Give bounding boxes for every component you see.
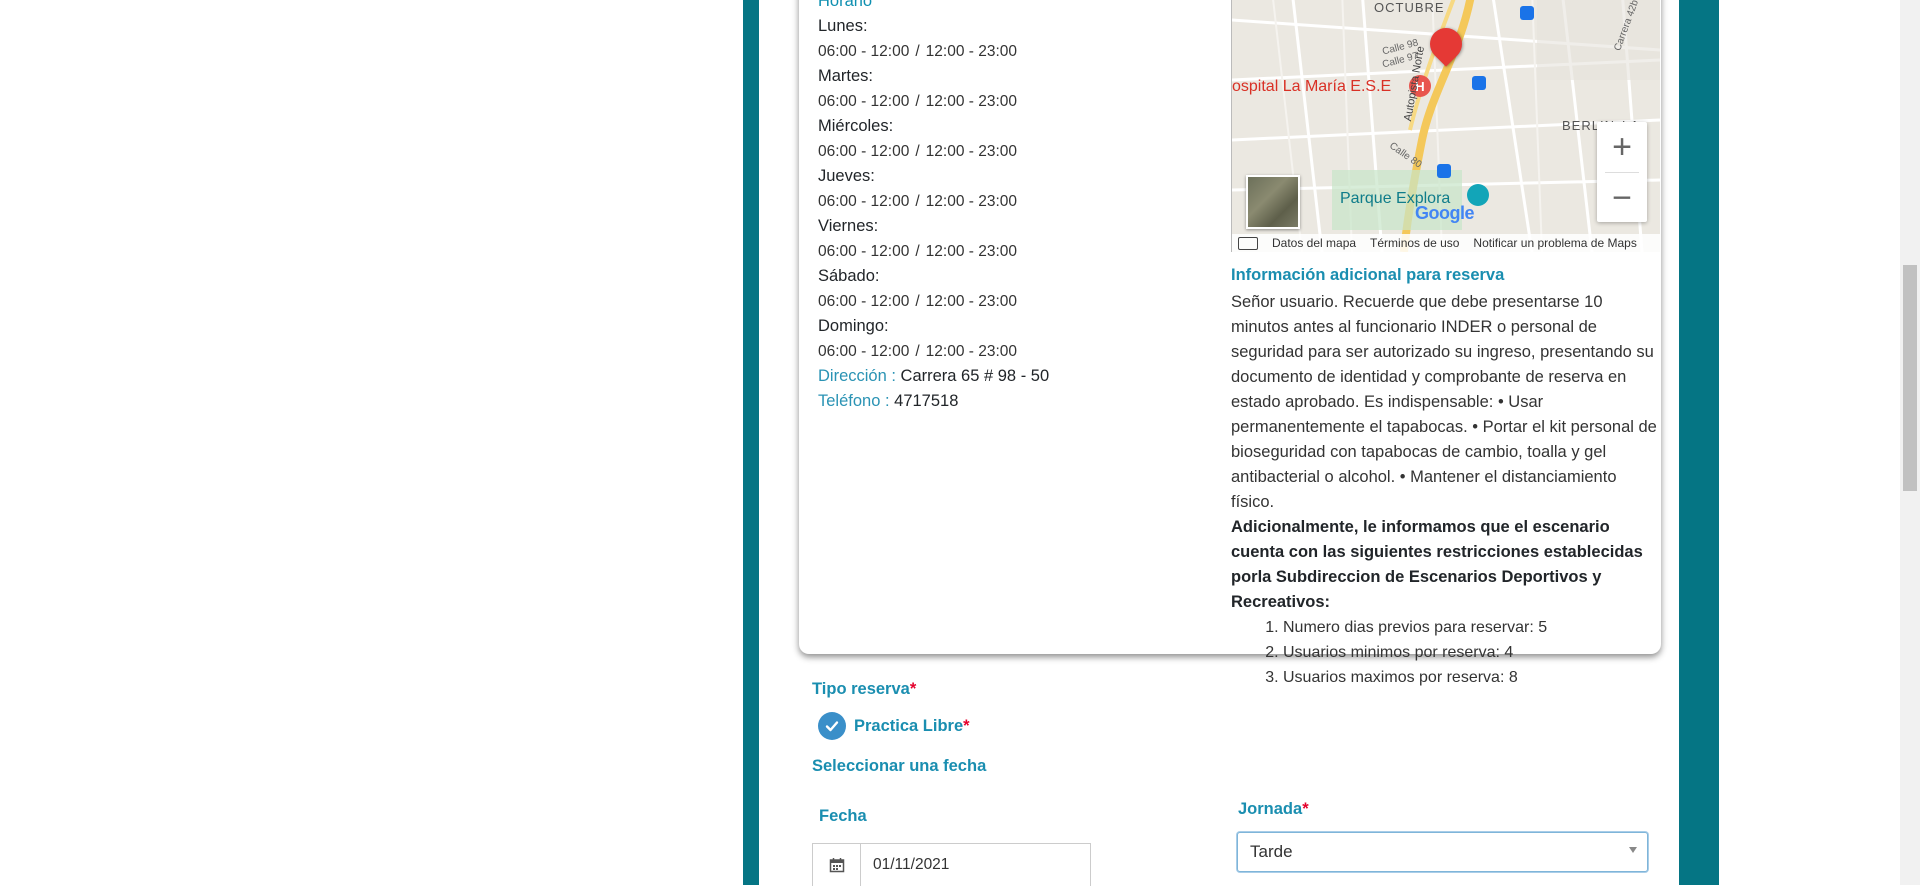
reservation-type-label: Tipo reserva*: [812, 680, 917, 698]
day-hours: 06:00 - 12:00/12:00 - 23:00: [818, 293, 1018, 310]
day-label: Viernes:: [818, 217, 879, 235]
shift-label: Jornada*: [1238, 800, 1309, 818]
day-hours: 06:00 - 12:00/12:00 - 23:00: [818, 193, 1018, 210]
chevron-down-icon: [1629, 847, 1637, 853]
day-hours: 06:00 - 12:00/12:00 - 23:00: [818, 143, 1018, 160]
schedule-section: Horario Lunes: 06:00 - 12:00/12:00 - 23:…: [818, 0, 1208, 414]
satellite-toggle-button[interactable]: [1246, 175, 1300, 229]
practica-libre-option[interactable]: Practica Libre*: [818, 712, 970, 740]
map-data-link[interactable]: Datos del mapa: [1272, 236, 1356, 250]
day-label: Martes:: [818, 67, 874, 85]
shift-select[interactable]: Tarde: [1237, 832, 1648, 872]
day-label: Miércoles:: [818, 117, 894, 135]
calendar-icon[interactable]: [813, 844, 861, 886]
address-row: Dirección : Carrera 65 # 98 - 50: [818, 364, 1208, 389]
list-item: Numero dias previos para reservar: 5: [1283, 615, 1661, 640]
bus-stop-icon: [1437, 164, 1451, 178]
select-date-heading: Seleccionar una fecha: [812, 757, 987, 775]
day-label: Domingo:: [818, 317, 889, 335]
date-input[interactable]: [861, 844, 1090, 886]
day-label: Lunes:: [818, 17, 868, 35]
date-field[interactable]: [812, 843, 1091, 886]
phone-value: 4717518: [894, 392, 959, 410]
restrictions-note: Adicionalmente, le informamos que el esc…: [1231, 518, 1643, 611]
phone-label: Teléfono :: [818, 392, 890, 410]
map-terms-link[interactable]: Términos de uso: [1370, 236, 1459, 250]
map-footer: Datos del mapa Términos de uso Notificar…: [1232, 234, 1660, 252]
google-logo: Google: [1415, 203, 1475, 223]
address-label: Dirección :: [818, 367, 896, 385]
schedule-heading: Horario: [818, 0, 873, 10]
check-icon[interactable]: [818, 712, 846, 740]
location-map[interactable]: OCTUBRE ospital La María E.S.E H BERLIN …: [1231, 0, 1660, 252]
map-report-link[interactable]: Notificar un problema de Maps: [1473, 236, 1636, 250]
additional-info: Información adicional para reserva Señor…: [1231, 260, 1661, 690]
map-label-hospital: ospital La María E.S.E: [1232, 78, 1392, 95]
list-item: Usuarios minimos por reserva: 4: [1283, 640, 1661, 665]
date-label: Fecha: [819, 807, 867, 825]
bus-stop-icon: [1472, 76, 1486, 90]
restrictions-list: Numero dias previos para reservar: 5 Usu…: [1231, 615, 1661, 690]
address-value: Carrera 65 # 98 - 50: [900, 367, 1050, 385]
zoom-in-button[interactable]: +: [1597, 122, 1647, 172]
keyboard-icon[interactable]: [1238, 236, 1258, 250]
info-title: Información adicional para reserva: [1231, 266, 1505, 284]
day-hours: 06:00 - 12:00/12:00 - 23:00: [818, 43, 1018, 60]
zoom-control: + −: [1597, 122, 1647, 222]
zoom-out-button[interactable]: −: [1597, 173, 1647, 223]
shift-selected-value: Tarde: [1250, 842, 1293, 861]
map-label-octubre: OCTUBRE: [1374, 0, 1445, 15]
day-hours: 06:00 - 12:00/12:00 - 23:00: [818, 343, 1018, 360]
day-hours: 06:00 - 12:00/12:00 - 23:00: [818, 93, 1018, 110]
list-item: Usuarios maximos por reserva: 8: [1283, 665, 1661, 690]
day-hours: 06:00 - 12:00/12:00 - 23:00: [818, 243, 1018, 260]
practica-libre-label[interactable]: Practica Libre*: [854, 717, 970, 736]
day-label: Sábado:: [818, 267, 880, 285]
info-paragraph: Señor usuario. Recuerde que debe present…: [1231, 293, 1657, 511]
phone-row: Teléfono : 4717518: [818, 389, 1208, 414]
bus-stop-icon: [1520, 6, 1534, 20]
day-label: Jueves:: [818, 167, 875, 185]
scrollbar-thumb[interactable]: [1903, 265, 1917, 491]
